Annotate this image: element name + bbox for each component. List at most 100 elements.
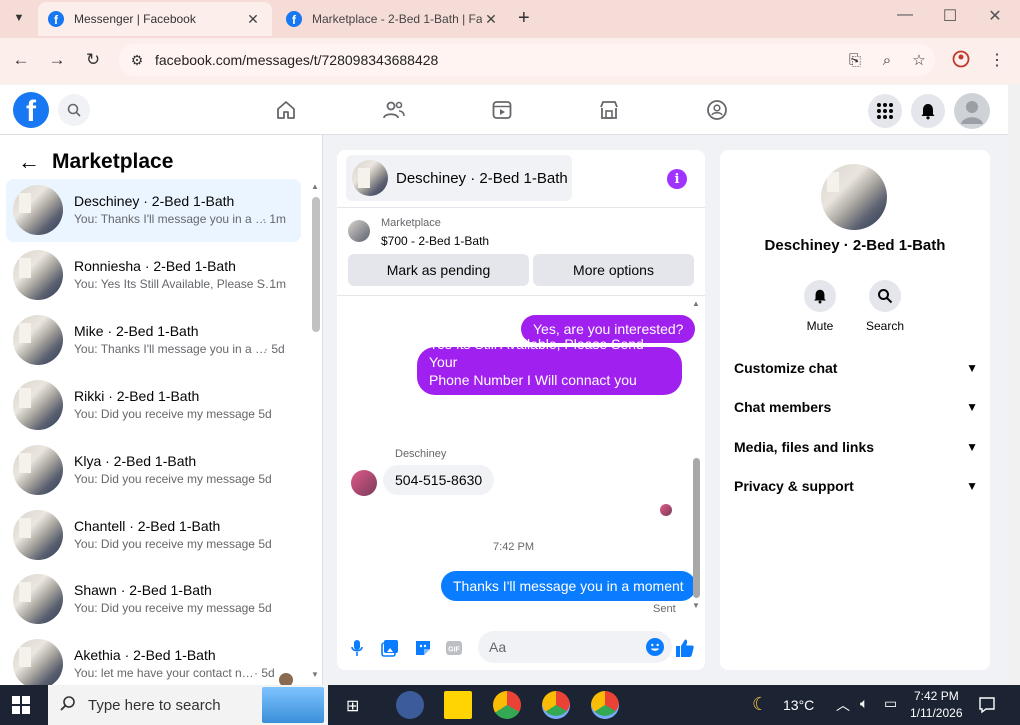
scroll-down-arrow-icon[interactable]: ▼ xyxy=(311,670,319,679)
chevron-down-icon: ▼ xyxy=(966,361,978,375)
home-icon[interactable] xyxy=(273,97,299,123)
conversation-item[interactable]: Akethia · 2-Bed 1-Bath You: let me have … xyxy=(6,633,301,685)
url-text[interactable]: facebook.com/messages/t/728098343688428 xyxy=(155,52,839,68)
marketplace-icon[interactable] xyxy=(596,97,622,123)
media-files-links-row[interactable]: Media, files and links ▼ xyxy=(734,436,978,458)
page-scrollbar[interactable] xyxy=(1008,85,1020,685)
minimize-window-icon[interactable]: — xyxy=(890,6,920,24)
chat-members-row[interactable]: Chat members ▼ xyxy=(734,396,978,418)
tab-search-chevron-icon[interactable]: ▼ xyxy=(6,6,32,30)
taskbar-search-box[interactable]: Type here to search xyxy=(48,685,328,725)
scroll-down-arrow-icon[interactable]: ▼ xyxy=(692,601,700,610)
tab-marketplace[interactable]: f Marketplace - 2-Bed 1-Bath | Fa ✕ xyxy=(276,2,510,36)
menu-grid-icon[interactable] xyxy=(868,94,902,128)
search-button[interactable]: Search xyxy=(855,280,915,333)
tab-messenger[interactable]: f Messenger | Facebook ✕ xyxy=(38,2,272,36)
sticker-icon[interactable] xyxy=(413,638,433,658)
message-line: Yes Its Still Available, Please Send You… xyxy=(429,336,644,370)
scrollbar-thumb[interactable] xyxy=(312,197,320,332)
conversation-preview: You: Did you receive my message xyxy=(74,407,255,421)
back-arrow-icon[interactable]: ← xyxy=(9,50,33,70)
photo-icon[interactable] xyxy=(380,638,400,658)
browser-tabstrip: ▼ f Messenger | Facebook ✕ f Marketplace… xyxy=(0,0,1020,38)
incoming-message: 504-515-8630 xyxy=(383,465,495,495)
address-bar[interactable]: ⚙ facebook.com/messages/t/72809834368842… xyxy=(119,44,935,76)
conversation-item[interactable]: Shawn · 2-Bed 1-Bath You: Did you receiv… xyxy=(6,568,301,631)
conversation-item[interactable]: Klya · 2-Bed 1-Bath You: Did you receive… xyxy=(6,439,301,502)
gif-icon[interactable]: GIF xyxy=(444,638,464,658)
delivery-status: Sent xyxy=(653,603,676,615)
search-icon xyxy=(869,280,901,312)
search-icon[interactable] xyxy=(58,94,90,126)
emoji-icon[interactable] xyxy=(646,638,664,656)
paint-app-icon[interactable] xyxy=(396,691,424,719)
info-icon[interactable]: i xyxy=(667,169,687,189)
conversation-item[interactable]: Mike · 2-Bed 1-Bath You: Thanks I'll mes… xyxy=(6,309,301,372)
conversation-time: · 5d xyxy=(254,666,275,680)
chrome-icon[interactable] xyxy=(542,691,570,719)
search-icon xyxy=(60,695,76,715)
reload-icon[interactable]: ↻ xyxy=(81,50,105,70)
close-tab-icon[interactable]: ✕ xyxy=(244,11,262,28)
network-icon[interactable]: ▭ xyxy=(884,695,897,712)
tray-chevron-up-icon[interactable]: ︿ xyxy=(836,695,850,715)
zoom-icon[interactable]: ⌕ xyxy=(871,52,903,69)
new-tab-plus-icon[interactable]: + xyxy=(518,7,530,30)
clock-time[interactable]: 7:42 PM xyxy=(914,689,959,703)
microphone-icon[interactable] xyxy=(347,638,367,658)
scroll-up-arrow-icon[interactable]: ▲ xyxy=(311,182,319,191)
install-app-icon[interactable]: ⎘ xyxy=(839,52,871,69)
back-arrow-icon[interactable]: ← xyxy=(18,149,40,175)
message-input[interactable]: Aa xyxy=(478,631,672,663)
mark-as-pending-button[interactable]: Mark as pending xyxy=(348,254,529,286)
weather-temp[interactable]: 13°C xyxy=(783,697,814,713)
clock-date[interactable]: 1/11/2026 xyxy=(910,706,963,720)
profile-icon[interactable] xyxy=(949,50,973,73)
task-view-icon[interactable]: ⊞ xyxy=(346,696,359,716)
scroll-up-arrow-icon[interactable]: ▲ xyxy=(692,299,700,308)
listing-thumbnail[interactable] xyxy=(348,220,370,242)
conversation-time: · 5d xyxy=(251,407,272,421)
search-highlight-image xyxy=(262,687,324,723)
conversation-item[interactable]: Ronniesha · 2-Bed 1-Bath You: Yes Its St… xyxy=(6,244,301,307)
listing-avatar[interactable] xyxy=(821,164,887,230)
facebook-logo-icon[interactable]: f xyxy=(13,92,49,128)
conversation-item[interactable]: Rikki · 2-Bed 1-Bath You: Did you receiv… xyxy=(6,374,301,437)
more-options-button[interactable]: More options xyxy=(533,254,694,286)
volume-icon[interactable]: 🔈︎ xyxy=(860,695,868,712)
listing-price[interactable]: $700 - 2-Bed 1-Bath xyxy=(381,234,489,248)
bell-icon[interactable] xyxy=(911,94,945,128)
chrome-icon[interactable] xyxy=(591,691,619,719)
bookmark-star-icon[interactable]: ☆ xyxy=(903,51,935,69)
sticky-notes-icon[interactable] xyxy=(444,691,472,719)
close-window-icon[interactable]: ✕ xyxy=(980,6,1010,26)
kebab-menu-icon[interactable]: ⋮ xyxy=(985,50,1009,70)
browser-toolbar: ← → ↻ ⚙ facebook.com/messages/t/72809834… xyxy=(0,38,1020,84)
groups-icon[interactable] xyxy=(704,97,730,123)
conversation-item[interactable]: Deschiney · 2-Bed 1-Bath You: Thanks I'l… xyxy=(6,179,301,242)
watch-icon[interactable] xyxy=(489,97,515,123)
friends-icon[interactable] xyxy=(381,97,407,123)
chat-header-button[interactable]: Deschiney · 2-Bed 1-Bath xyxy=(346,155,572,201)
conversation-name: Shawn · 2-Bed 1-Bath xyxy=(74,582,212,598)
conversation-item[interactable]: Chantell · 2-Bed 1-Bath You: Did you rec… xyxy=(6,504,301,567)
close-tab-icon[interactable]: ✕ xyxy=(482,11,500,28)
customize-chat-row[interactable]: Customize chat ▼ xyxy=(734,357,978,379)
chrome-icon[interactable] xyxy=(493,691,521,719)
profile-avatar[interactable] xyxy=(954,93,990,129)
conversation-preview: You: Thanks I'll message you in a … xyxy=(74,212,268,226)
privacy-support-row[interactable]: Privacy & support ▼ xyxy=(734,475,978,497)
conversation-preview: You: Yes Its Still Available, Please S… xyxy=(74,277,277,291)
site-settings-icon[interactable]: ⚙ xyxy=(119,52,155,69)
mute-button[interactable]: Mute xyxy=(790,280,850,333)
sender-avatar[interactable] xyxy=(351,470,377,496)
windows-start-icon[interactable] xyxy=(12,696,30,717)
maximize-window-icon[interactable]: ☐ xyxy=(935,6,965,26)
listing-avatar xyxy=(13,574,63,624)
scrollbar-thumb[interactable] xyxy=(693,458,700,598)
notifications-icon[interactable] xyxy=(978,696,996,717)
weather-moon-icon[interactable]: ☾ xyxy=(752,694,768,715)
forward-arrow-icon[interactable]: → xyxy=(45,50,69,70)
thumbs-up-icon[interactable] xyxy=(675,638,695,658)
conversation-preview: You: Did you receive my message xyxy=(74,601,255,615)
